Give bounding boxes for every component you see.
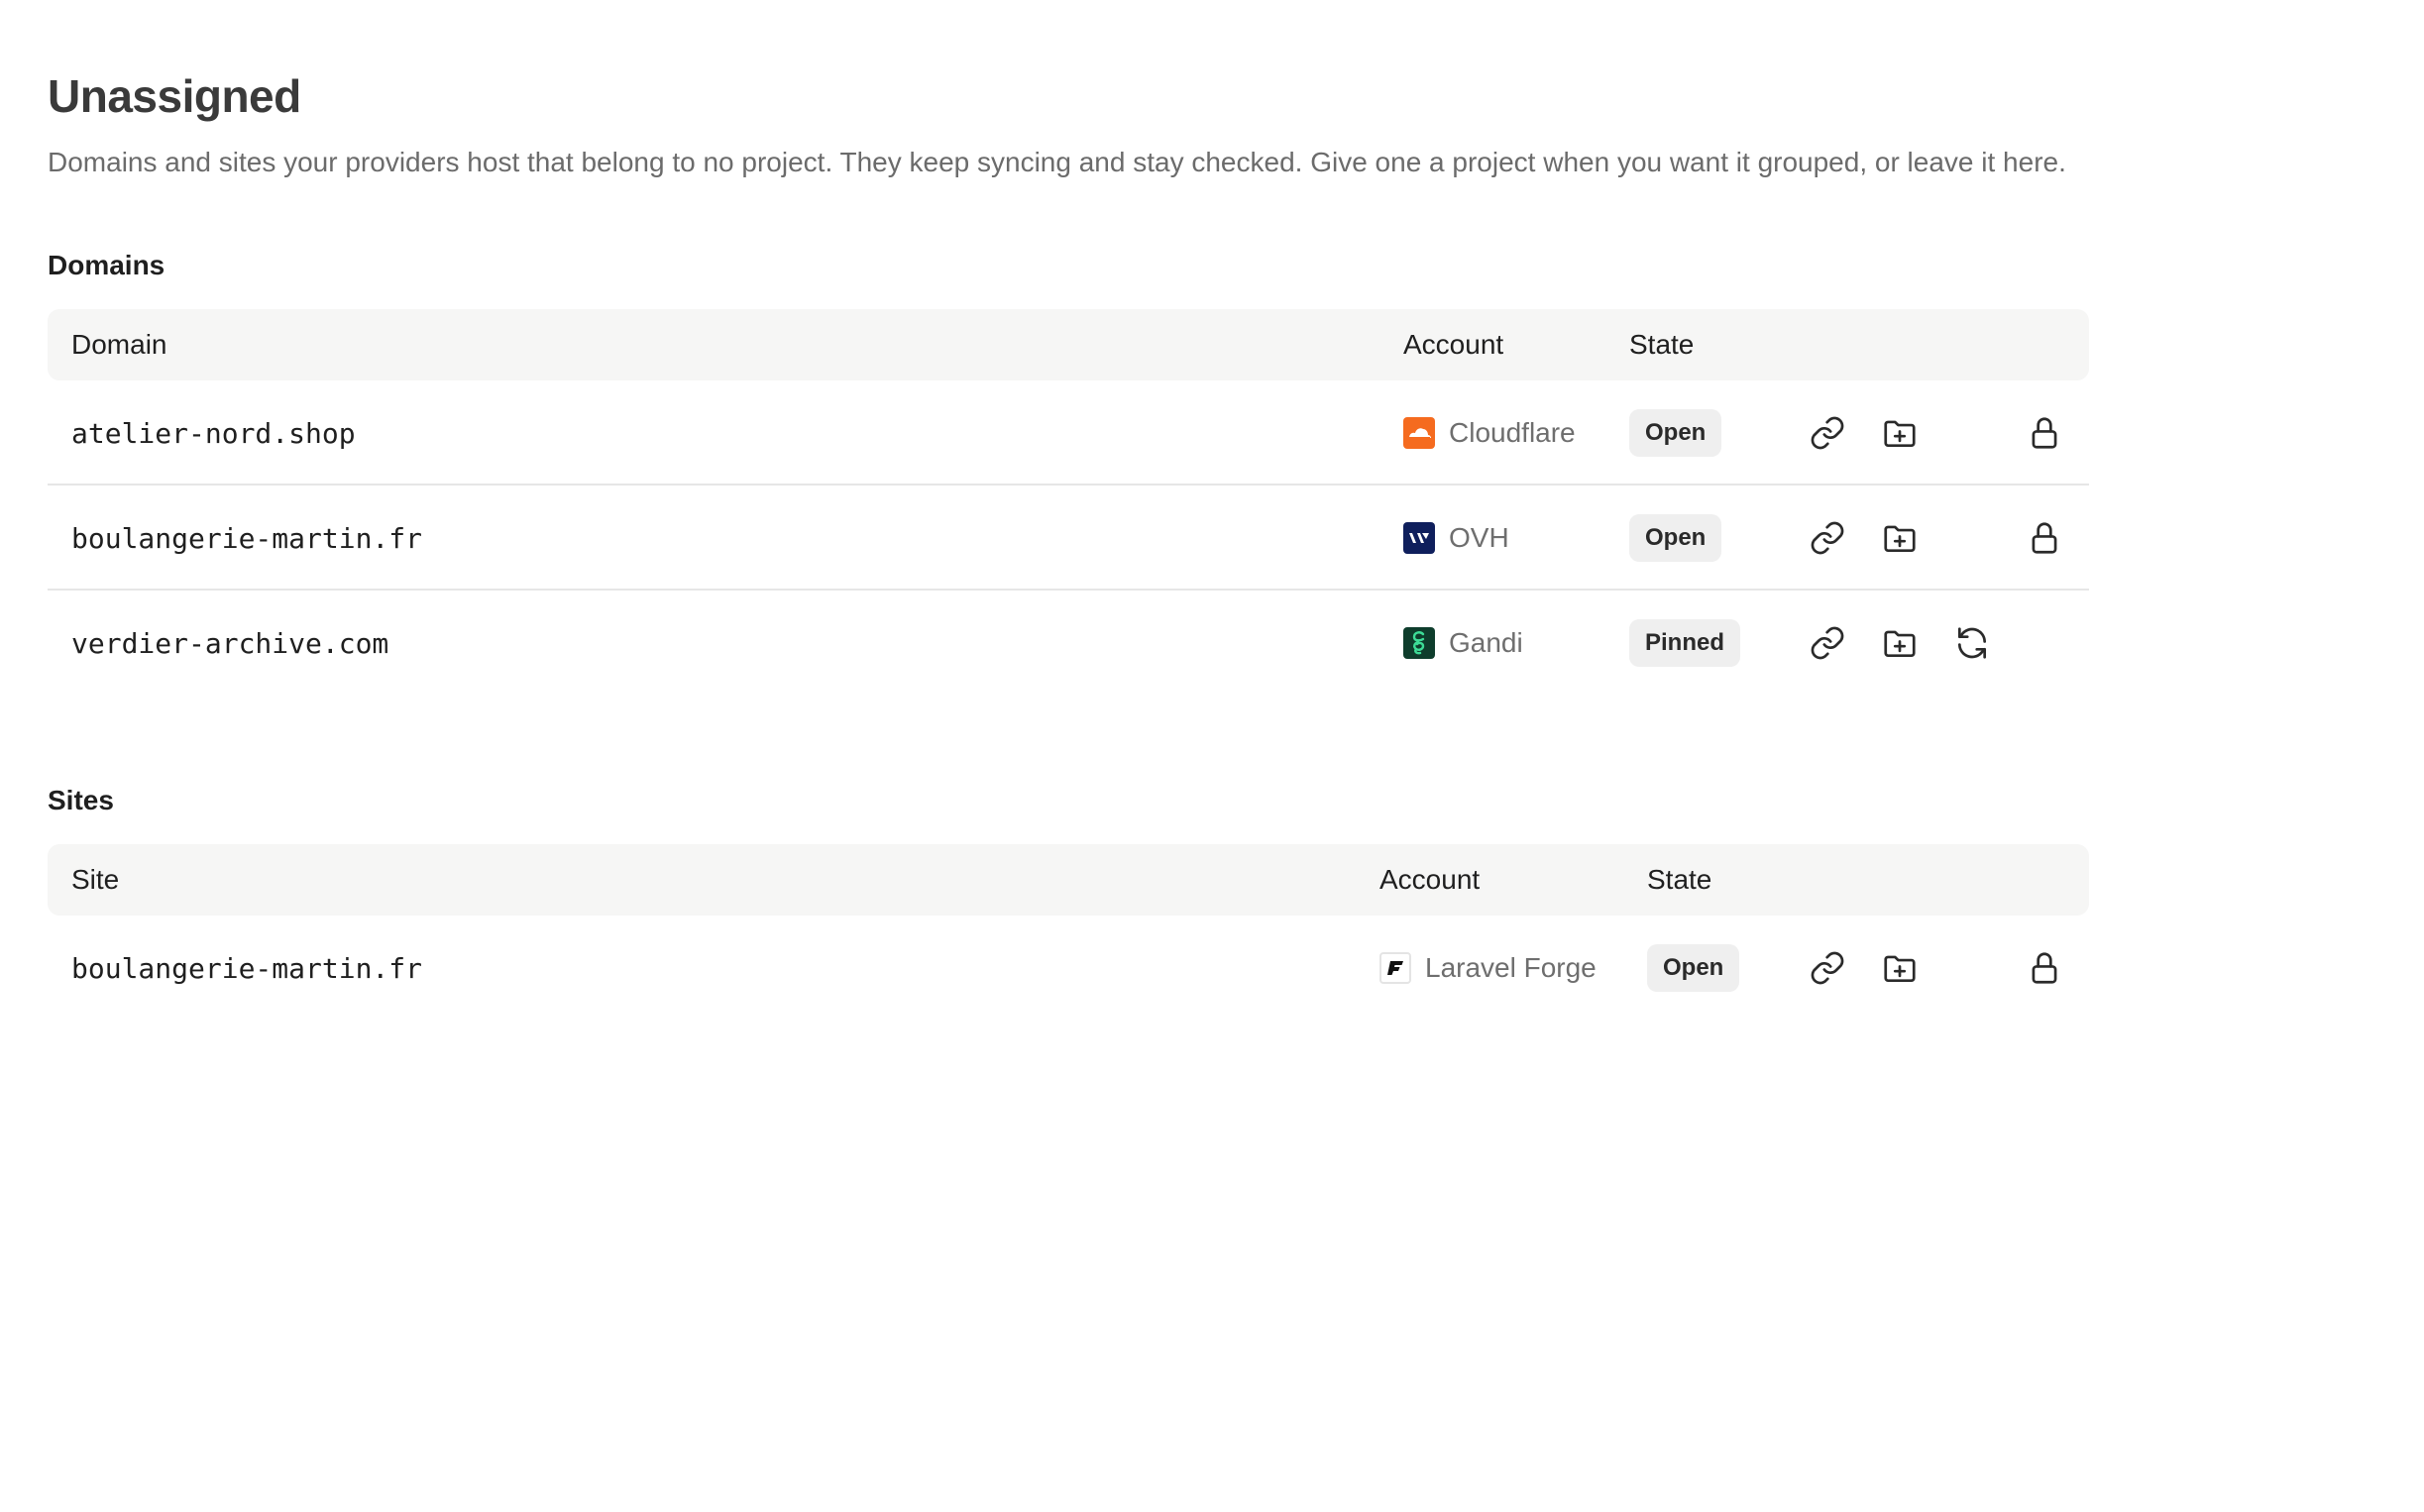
link-icon[interactable] (1808, 623, 1847, 663)
page-description: Domains and sites your providers host th… (48, 147, 2066, 177)
domain-name: verdier-archive.com (71, 626, 389, 660)
account-cell: Gandi (1403, 591, 1523, 696)
domains-table: Domain Account State atelier-nord.shop C… (48, 309, 2089, 696)
folder-plus-icon[interactable] (1880, 948, 1920, 988)
domain-name: boulangerie-martin.fr (71, 521, 423, 555)
domains-heading: Domains (48, 250, 165, 280)
state-cell: Pinned (1629, 591, 1741, 696)
gandi-logo (1403, 627, 1435, 659)
sites-table-header: Site Account State (48, 844, 2089, 916)
state-cell: Open (1629, 486, 1722, 591)
site-name: boulangerie-martin.fr (71, 951, 423, 985)
account-cell: Laravel Forge (1379, 916, 1597, 1021)
account-name: OVH (1449, 522, 1509, 553)
account-cell: Cloudflare (1403, 380, 1576, 486)
domain-name: atelier-nord.shop (71, 416, 356, 450)
table-row: boulangerie-martin.fr OVH Open (48, 486, 2089, 591)
table-row: verdier-archive.com Gandi Pinned (48, 591, 2089, 696)
column-header-account: Account (1403, 329, 1504, 360)
ovh-logo (1403, 522, 1435, 554)
folder-plus-icon[interactable] (1880, 518, 1920, 558)
table-row: boulangerie-martin.fr Laravel Forge Open (48, 916, 2089, 1021)
column-header-site: Site (71, 864, 120, 895)
status-badge: Open (1629, 514, 1722, 562)
account-name: Gandi (1449, 627, 1523, 658)
state-cell: Open (1647, 916, 1740, 1021)
refresh-icon[interactable] (1952, 623, 1992, 663)
laravel-forge-logo (1379, 952, 1411, 984)
column-header-account: Account (1379, 864, 1481, 895)
domains-table-header: Domain Account State (48, 309, 2089, 380)
sites-heading: Sites (48, 785, 114, 815)
state-cell: Open (1629, 380, 1722, 486)
column-header-state: State (1629, 329, 1695, 360)
status-badge: Open (1629, 409, 1722, 457)
folder-plus-icon[interactable] (1880, 623, 1920, 663)
unassigned-page: Unassigned Domains and sites your provid… (48, 67, 2089, 1021)
lock-icon[interactable] (2025, 518, 2064, 558)
account-cell: OVH (1403, 486, 1509, 591)
account-name: Laravel Forge (1425, 952, 1597, 983)
status-badge: Pinned (1629, 619, 1741, 667)
page-title: Unassigned (48, 70, 301, 122)
link-icon[interactable] (1808, 413, 1847, 453)
cloudflare-logo (1403, 417, 1435, 449)
lock-icon[interactable] (2025, 948, 2064, 988)
link-icon[interactable] (1808, 948, 1847, 988)
column-header-domain: Domain (71, 329, 167, 360)
lock-icon[interactable] (2025, 413, 2064, 453)
table-row: atelier-nord.shop Cloudflare Open (48, 380, 2089, 486)
sites-table: Site Account State boulangerie-martin.fr… (48, 844, 2089, 1021)
folder-plus-icon[interactable] (1880, 413, 1920, 453)
link-icon[interactable] (1808, 518, 1847, 558)
status-badge: Open (1647, 944, 1740, 992)
column-header-state: State (1647, 864, 1712, 895)
account-name: Cloudflare (1449, 417, 1576, 448)
